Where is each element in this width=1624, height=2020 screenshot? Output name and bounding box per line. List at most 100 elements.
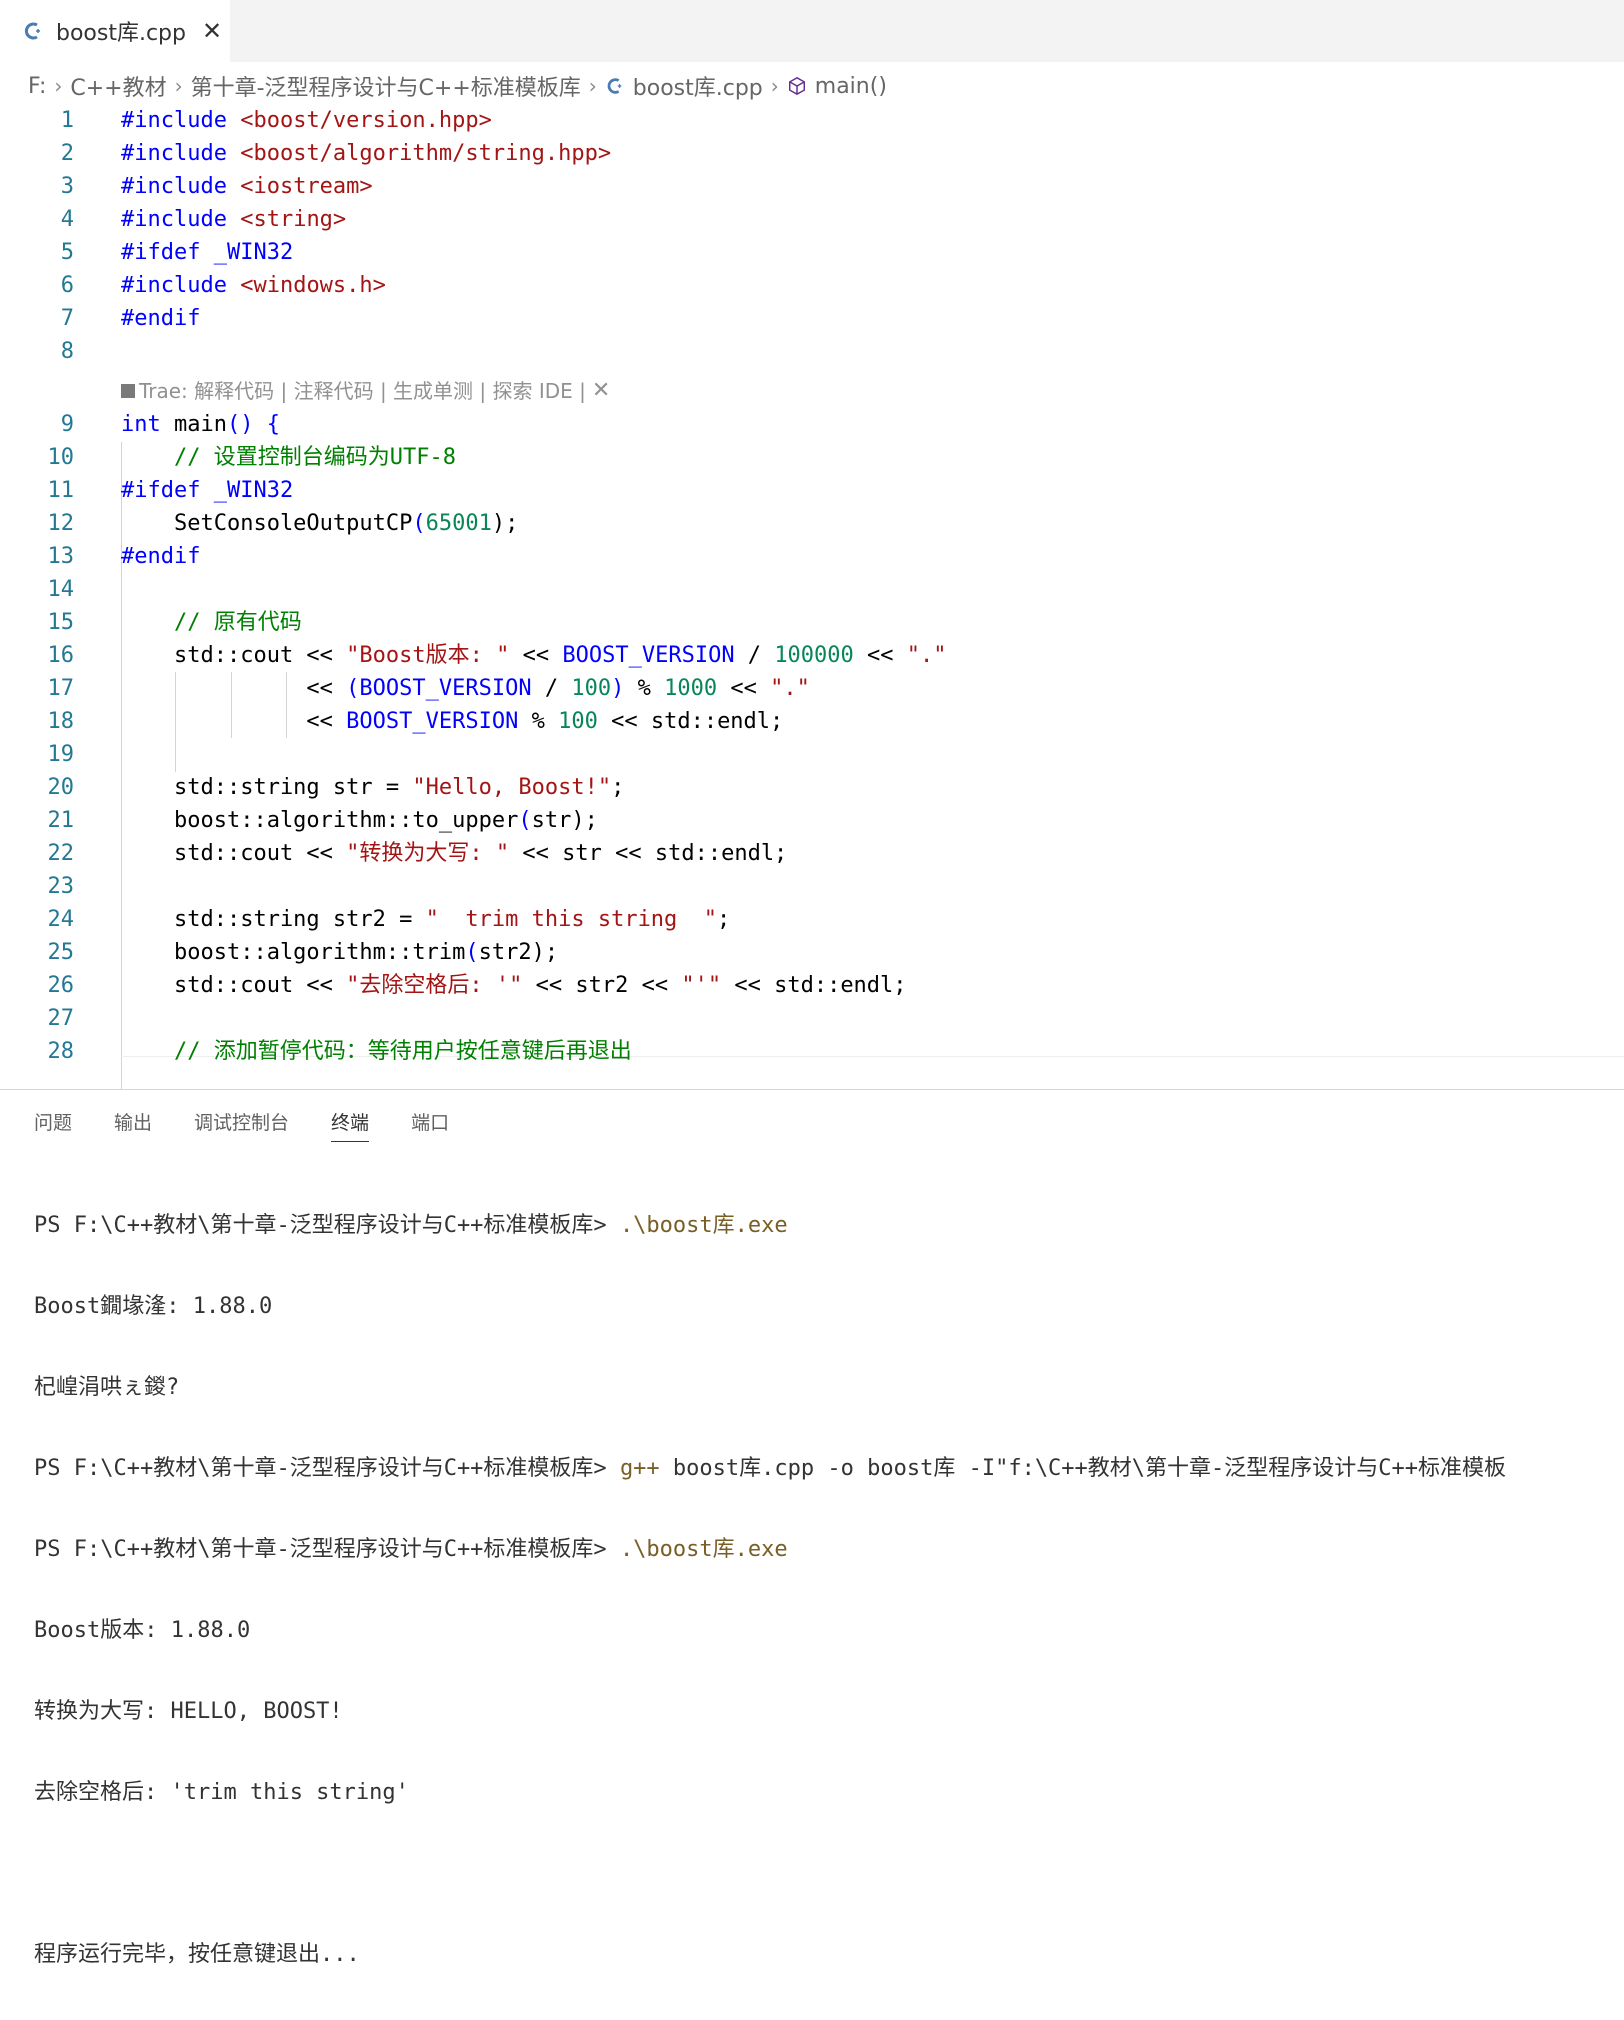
- terminal-line: PS F:\C++教材\第十章-泛型程序设计与C++标准模板库> .\boost…: [34, 1534, 1506, 1565]
- breadcrumb-file[interactable]: boost库.cpp: [633, 70, 763, 102]
- editor-tab-bar: boost库.cpp ✕: [0, 0, 1624, 62]
- line-number: 15: [47, 610, 75, 635]
- trae-codelens[interactable]: Trae: 解释代码 | 注释代码 | 生成单测 | 探索 IDE | ✕: [121, 374, 610, 408]
- token: std::string str =: [121, 775, 413, 800]
- token: _WIN32: [200, 478, 294, 503]
- tab-filename: boost库.cpp: [56, 21, 186, 46]
- panel-tabs: 问题 输出 调试控制台 终端 端口: [34, 1108, 491, 1142]
- token: <<: [121, 676, 347, 701]
- chevron-right-icon: ›: [588, 74, 597, 98]
- token: // 添加暂停代码：等待用户按任意键后再退出: [121, 1039, 632, 1064]
- token: 65001: [425, 511, 492, 536]
- close-icon[interactable]: ✕: [202, 17, 222, 45]
- line-number: 14: [47, 577, 75, 602]
- breadcrumb-symbol[interactable]: main(): [815, 74, 887, 99]
- tab-output[interactable]: 输出: [114, 1108, 152, 1142]
- tab-boost-cpp[interactable]: boost库.cpp ✕: [0, 0, 230, 62]
- token: ".": [906, 643, 947, 668]
- token: str: [531, 808, 572, 833]
- token: <<: [509, 643, 563, 668]
- token: std::cout <<: [121, 841, 347, 866]
- token: 1000: [664, 676, 718, 701]
- token: %: [518, 709, 559, 734]
- line-number: 19: [47, 742, 75, 767]
- token: SetConsoleOutputCP: [121, 511, 413, 536]
- token: #include: [121, 174, 227, 199]
- token: ): [611, 676, 625, 701]
- terminal-prompt: PS F:\C++教材\第十章-泛型程序设计与C++标准模板库>: [34, 1537, 620, 1562]
- trae-logo-icon: [121, 384, 135, 398]
- token: /: [734, 643, 775, 668]
- token: ".": [770, 676, 810, 701]
- token: str2: [478, 940, 532, 965]
- terminal-line: PS F:\C++教材\第十章-泛型程序设计与C++标准模板库> .\boost…: [34, 1210, 1506, 1241]
- method-cube-icon: [788, 76, 805, 96]
- token: #ifdef: [121, 478, 201, 503]
- terminal-output[interactable]: PS F:\C++教材\第十章-泛型程序设计与C++标准模板库> .\boost…: [34, 1160, 1506, 2020]
- token: main: [160, 412, 227, 437]
- line-number: 27: [47, 1006, 75, 1031]
- terminal-args: boost库.cpp -o boost库 -I"f:\C++教材\第十章-泛型程…: [659, 1456, 1507, 1481]
- cpp-file-icon: [607, 78, 622, 94]
- line-number: 24: [47, 907, 75, 932]
- terminal-line: PS F:\C++教材\第十章-泛型程序设计与C++标准模板库> g++ boo…: [34, 1453, 1506, 1484]
- line-number: 2: [60, 141, 74, 166]
- tab-debug-console[interactable]: 调试控制台: [194, 1108, 289, 1142]
- bottom-panel: 问题 输出 调试控制台 终端 端口 PS F:\C++教材\第十章-泛型程序设计…: [0, 1089, 1624, 1967]
- token: _WIN32: [200, 240, 294, 265]
- terminal-line: Boost版本: 1.88.0: [34, 1618, 251, 1643]
- line-number: 11: [47, 478, 75, 503]
- close-icon[interactable]: ✕: [592, 374, 610, 408]
- token: <boost/algorithm/string.hpp>: [226, 141, 612, 166]
- token: BOOST_VERSION: [562, 643, 735, 668]
- terminal-line: 程序运行完毕，按任意键退出...: [34, 1942, 360, 1967]
- token: "转换为大写: ": [346, 841, 510, 866]
- token: <iostream>: [226, 174, 373, 199]
- token: #include: [121, 108, 227, 133]
- line-number: 8: [60, 339, 74, 364]
- line-number: 23: [47, 874, 75, 899]
- breadcrumb: F: › C++教材 › 第十章-泛型程序设计与C++标准模板库 › boost…: [28, 68, 887, 104]
- token: 100: [558, 709, 598, 734]
- breadcrumb-folder-2[interactable]: 第十章-泛型程序设计与C++标准模板库: [191, 70, 581, 102]
- tab-terminal[interactable]: 终端: [331, 1108, 370, 1142]
- line-number: 28: [47, 1039, 75, 1064]
- token: /: [531, 676, 572, 701]
- token: (: [465, 940, 479, 965]
- token: "去除空格后: '": [346, 973, 523, 998]
- terminal-prompt: PS F:\C++教材\第十章-泛型程序设计与C++标准模板库>: [34, 1213, 620, 1238]
- token: <boost/version.hpp>: [226, 108, 492, 133]
- line-number: 9: [60, 412, 74, 437]
- token: std::string str2 =: [121, 907, 426, 932]
- terminal-line: 转换为大写: HELLO, BOOST!: [34, 1699, 343, 1724]
- token: #include: [121, 141, 227, 166]
- terminal-command: .\boost库.exe: [619, 1213, 788, 1238]
- code-editor[interactable]: 1 #include <boost/version.hpp> 2 #include …: [0, 104, 1624, 1089]
- token: << str << std::endl;: [509, 841, 788, 866]
- terminal-line: Boost鐗堟湰: 1.88.0: [34, 1294, 273, 1319]
- token: "Hello, Boost!": [412, 775, 612, 800]
- chevron-right-icon: ›: [174, 74, 183, 98]
- breadcrumb-folder-1[interactable]: C++教材: [70, 70, 166, 102]
- line-number: 22: [47, 841, 75, 866]
- line-number: 4: [60, 207, 74, 232]
- terminal-command: g++: [619, 1456, 660, 1481]
- line-number: 7: [60, 306, 74, 331]
- tab-ports[interactable]: 端口: [411, 1108, 449, 1142]
- line-number: 18: [47, 709, 75, 734]
- codelens-text[interactable]: Trae: 解释代码 | 注释代码 | 生成单测 | 探索 IDE |: [139, 374, 586, 408]
- token: boost::algorithm::to_upper: [121, 808, 519, 833]
- breadcrumb-drive[interactable]: F:: [28, 74, 46, 99]
- token: );: [531, 940, 559, 965]
- token: #endif: [121, 544, 201, 569]
- line-number: 13: [47, 544, 75, 569]
- token: (: [518, 808, 532, 833]
- token: <windows.h>: [226, 273, 386, 298]
- terminal-prompt: PS F:\C++教材\第十章-泛型程序设计与C++标准模板库>: [34, 1456, 620, 1481]
- tab-problems[interactable]: 问题: [34, 1108, 72, 1142]
- token: ;: [611, 775, 625, 800]
- line-number: 21: [47, 808, 75, 833]
- token: () {: [226, 412, 280, 437]
- line-number: 17: [47, 676, 75, 701]
- token: << str2 <<: [522, 973, 682, 998]
